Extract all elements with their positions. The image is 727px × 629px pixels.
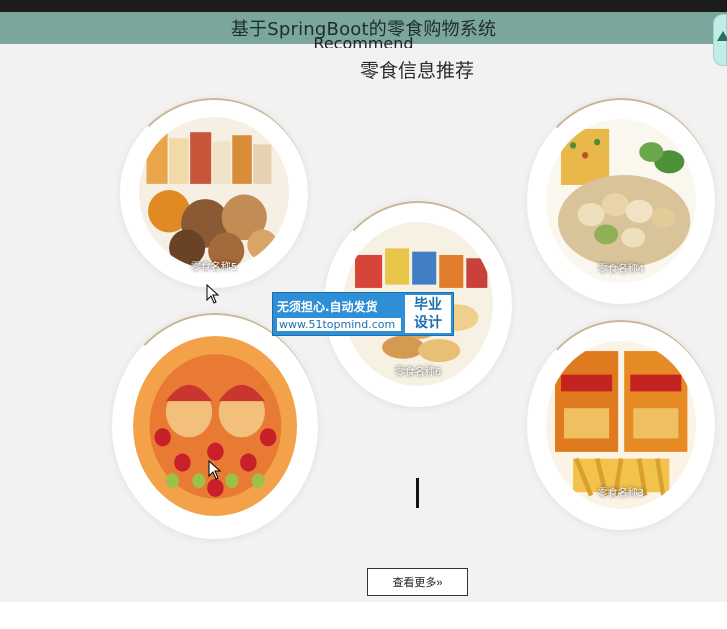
footer-area xyxy=(0,602,727,629)
product-card[interactable]: 零食名称5 xyxy=(120,98,308,288)
product-image xyxy=(138,117,290,269)
section-title-zh: 零食信息推荐 xyxy=(359,60,474,82)
product-label: 零食名称4 xyxy=(597,264,645,275)
watermark-ad: 无须担心.自动发货 www.51topmind.com 毕业 设计 xyxy=(272,292,454,336)
watermark-badge-line1: 毕业 xyxy=(414,297,442,313)
product-label: 零食名称3 xyxy=(597,488,645,499)
product-label: 零食名称6 xyxy=(394,367,442,378)
product-image xyxy=(545,118,697,284)
product-card[interactable]: 零食名称3 xyxy=(527,320,715,530)
product-card[interactable]: 零食名称4 xyxy=(527,98,715,304)
watermark-badge: 毕业 设计 xyxy=(405,295,451,333)
top-strip xyxy=(0,0,727,12)
product-label: 零食名称5 xyxy=(190,262,238,273)
product-card[interactable] xyxy=(112,313,318,539)
view-more-button[interactable]: 查看更多» xyxy=(367,568,468,596)
text-cursor-icon xyxy=(416,478,419,508)
product-image xyxy=(132,335,298,517)
section-title-en: Recommend xyxy=(313,34,414,48)
watermark-text: 无须担心.自动发货 www.51topmind.com xyxy=(273,293,403,335)
watermark-url: www.51topmind.com xyxy=(277,317,401,331)
watermark-badge-line2: 设计 xyxy=(414,315,442,331)
watermark-line1: 无须担心.自动发货 xyxy=(277,299,378,314)
